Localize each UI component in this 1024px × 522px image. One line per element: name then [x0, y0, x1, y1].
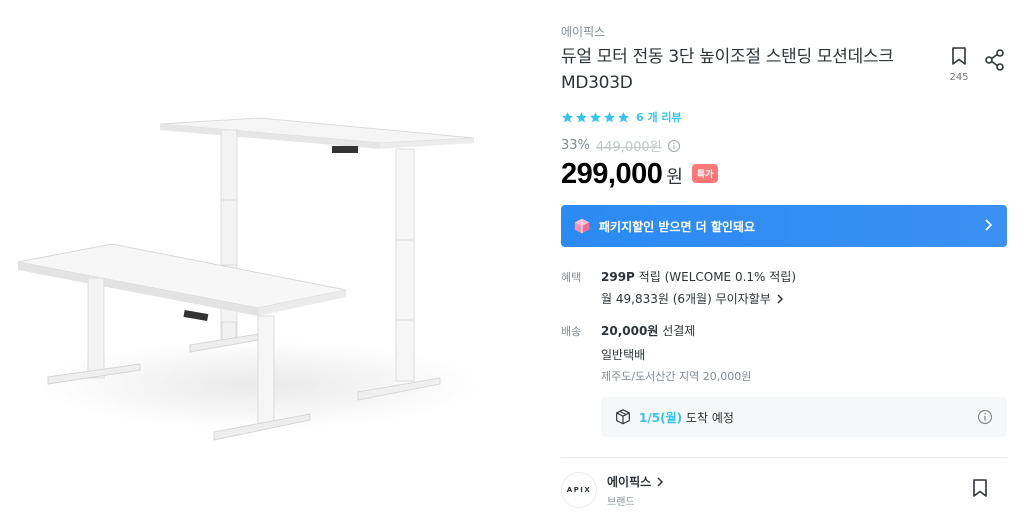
points-value: 299P: [601, 270, 635, 284]
brand-link[interactable]: 에이픽스: [561, 23, 605, 40]
brand-name-link[interactable]: 에이픽스: [607, 473, 665, 490]
bookmark-count: 245: [949, 72, 969, 83]
brand-bookmark-button[interactable]: [971, 478, 993, 502]
bookmark-icon: [952, 47, 966, 65]
product-image[interactable]: [0, 0, 545, 522]
info-icon[interactable]: [977, 409, 993, 425]
sale-price: 299,000: [561, 158, 663, 190]
arrival-date: 1/5(월): [639, 410, 683, 425]
star-icon: [604, 111, 615, 122]
product-title: 듀얼 모터 전동 3단 높이조절 스탠딩 모션데스크 MD303D: [561, 47, 894, 93]
review-link[interactable]: 6 개 리뷰: [636, 109, 682, 125]
chevron-right-icon: [777, 293, 783, 304]
rating-row: 6 개 리뷰: [561, 109, 682, 125]
arrival-estimate: 1/5(월) 도착 예정: [601, 397, 1007, 437]
special-badge: 특가: [691, 164, 719, 183]
points-row: 299P 적립 (WELCOME 0.1% 적립): [601, 268, 796, 285]
arrival-desc: 도착 예정: [685, 410, 734, 425]
delivery-fee-desc: 선결제: [662, 324, 696, 338]
chevron-right-icon: [985, 219, 993, 231]
section-divider: [561, 457, 1007, 458]
delivery-extra-fee: 제주도/도서산간 지역 20,000원: [601, 370, 752, 383]
gift-box-icon: [574, 218, 590, 234]
benefit-label: 혜택: [561, 271, 582, 284]
discount-rate: 33%: [561, 138, 590, 153]
points-desc: 적립 (WELCOME 0.1% 적립): [638, 270, 797, 284]
delivery-fee-row: 20,000원 선결제: [601, 322, 695, 339]
brand-name: 에이픽스: [607, 475, 652, 489]
original-price: 449,000원: [595, 140, 662, 155]
delivery-label: 배송: [561, 325, 582, 338]
package-discount-banner[interactable]: 패키지할인 받으면 더 할인돼요: [561, 205, 1007, 247]
star-icon: [618, 111, 629, 122]
star-icon: [576, 111, 587, 122]
share-button[interactable]: [983, 48, 1007, 72]
desk-illustration: [17, 117, 480, 441]
delivery-type: 일반택배: [601, 348, 646, 362]
delivery-fee: 20,000원: [601, 324, 659, 338]
price-row: 299,000 원 특가: [561, 158, 719, 191]
share-icon: [985, 49, 1004, 71]
delivery-box-icon: [616, 409, 630, 425]
product-info: 에이픽스 듀얼 모터 전동 3단 높이조절 스탠딩 모션데스크 MD303D 2…: [561, 0, 1007, 522]
installment-row[interactable]: 월 49,833원 (6개월) 무이자할부: [601, 290, 785, 307]
brand-logo[interactable]: APIX: [561, 472, 597, 508]
discount-row: 33% 449,000원: [561, 136, 681, 155]
installment-text: 월 49,833원 (6개월) 무이자할부: [601, 292, 771, 306]
bookmark-icon: [973, 479, 987, 497]
star-icon: [590, 111, 601, 122]
currency-unit: 원: [666, 167, 683, 188]
star-rating: [561, 111, 630, 124]
chevron-right-icon: [657, 476, 664, 487]
info-icon[interactable]: [667, 139, 681, 153]
bookmark-button[interactable]: 245: [945, 46, 973, 86]
banner-text: 패키지할인 받으면 더 할인돼요: [599, 219, 756, 234]
brand-subtitle: 브랜드: [607, 497, 635, 508]
star-icon: [562, 111, 573, 122]
